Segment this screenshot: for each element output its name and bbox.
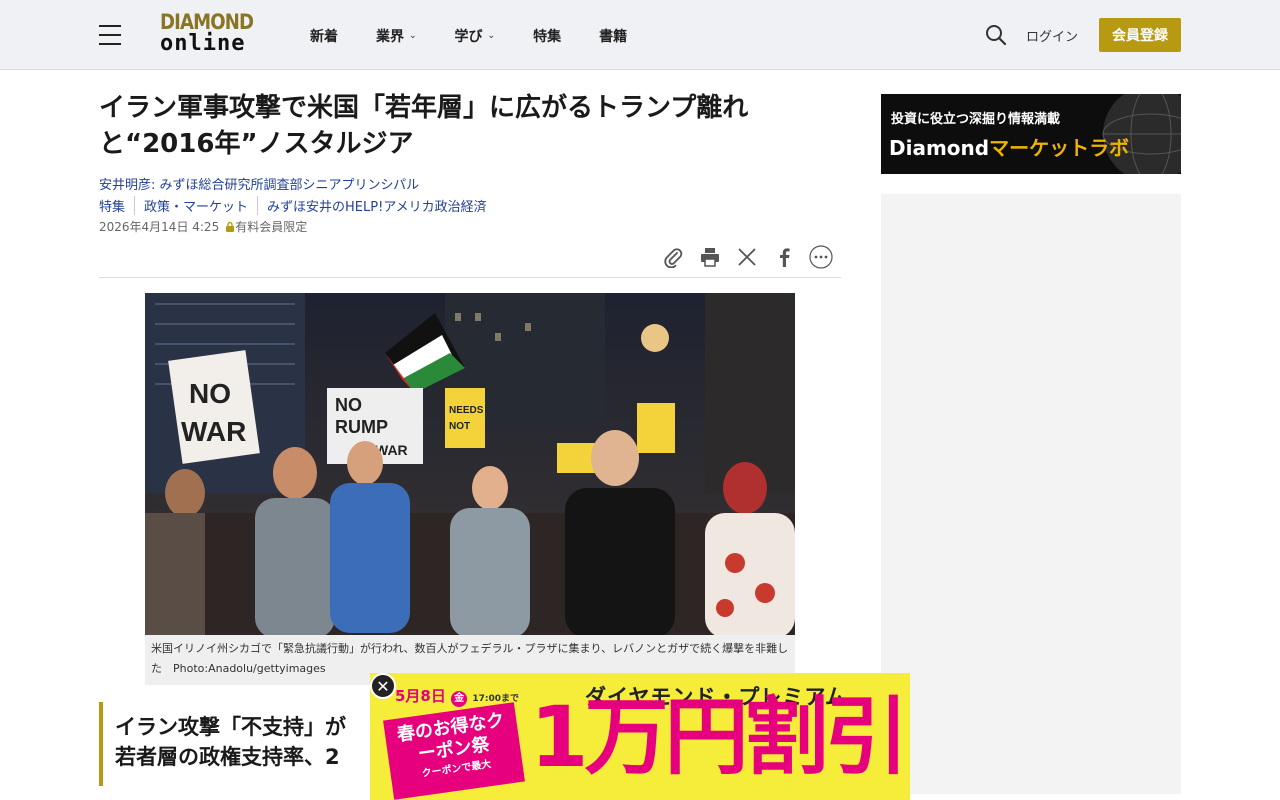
print-icon[interactable]	[697, 244, 723, 270]
premium-ad-banner[interactable]: 5月8日 金 17:00まで ダイヤモンド・プレミアム 春のお得なクーポン祭 ク…	[370, 673, 910, 800]
sidebar-ad-slot	[881, 194, 1181, 794]
site-header: DIAMOND online 新着 業界 ⌄ 学び ⌄ 特集 書籍 ログイン 会員登…	[0, 0, 1280, 70]
tag-link[interactable]: 政策・マーケット	[134, 196, 257, 215]
more-icon[interactable]	[808, 244, 834, 270]
article-title: イラン軍事攻撃で米国「若年層」に広がるトランプ離れと“2016年”ノスタルジア	[99, 93, 749, 159]
divider	[99, 277, 841, 278]
nav-item-industry[interactable]: 業界 ⌄	[376, 26, 417, 46]
banner-title: Diamondマーケットラボ	[889, 136, 1130, 160]
logo-top-text: DIAMOND	[160, 10, 254, 34]
sign-text: RUMP	[335, 417, 388, 437]
logo-bottom-text: online	[160, 31, 246, 56]
menu-icon[interactable]	[99, 25, 121, 45]
nav-item-new[interactable]: 新着	[310, 26, 338, 46]
tag-link[interactable]: 特集	[99, 196, 134, 215]
sign-text: NO	[189, 378, 231, 409]
sign-text: NEEDS	[449, 405, 484, 416]
sign-text: NOT	[449, 421, 470, 432]
site-logo[interactable]: DIAMOND online	[160, 12, 264, 55]
ad-badge: 春のお得なクーポン祭 クーポンで最大	[383, 702, 525, 800]
member-badge: 有料会員限定	[225, 218, 307, 235]
ad-weekday: 金	[451, 691, 468, 707]
facebook-icon[interactable]	[771, 244, 797, 270]
close-icon[interactable]: ✕	[370, 673, 396, 699]
sign-text: WAR	[181, 416, 246, 447]
share-bar	[660, 244, 845, 270]
signup-button[interactable]: 会員登録	[1099, 18, 1181, 52]
search-icon[interactable]	[985, 24, 1007, 46]
author-link[interactable]: 安井明彦: みずほ総合研究所調査部シニアプリンシパル	[99, 174, 419, 193]
chevron-down-icon: ⌄	[487, 31, 496, 41]
nav-item-books[interactable]: 書籍	[599, 26, 627, 46]
login-link[interactable]: ログイン	[1026, 26, 1078, 45]
article-photo: NO WAR NO RUMP WAR NEEDS NOT	[145, 293, 795, 635]
tag-link[interactable]: みずほ安井のHELP!アメリカ政治経済	[257, 196, 496, 215]
nav-item-learning[interactable]: 学び ⌄	[455, 26, 496, 46]
market-lab-banner[interactable]: 投資に役立つ深掘り情報満載 Diamondマーケットラボ	[881, 94, 1181, 174]
x-icon[interactable]	[734, 244, 760, 270]
publish-date: 2026年4月14日 4:25 有料会員限定	[99, 218, 308, 235]
main-nav: 新着 業界 ⌄ 学び ⌄ 特集 書籍	[310, 26, 665, 46]
ad-discount-text: 1万円割引	[530, 688, 908, 786]
chevron-down-icon: ⌄	[409, 31, 417, 41]
clip-icon[interactable]	[660, 244, 686, 270]
nav-item-features[interactable]: 特集	[533, 26, 561, 46]
lock-icon	[226, 221, 235, 232]
sign-text: NO	[335, 395, 362, 415]
banner-tagline: 投資に役立つ深掘り情報満載	[891, 112, 1061, 127]
article-tags: 特集 政策・マーケット みずほ安井のHELP!アメリカ政治経済	[99, 196, 496, 215]
